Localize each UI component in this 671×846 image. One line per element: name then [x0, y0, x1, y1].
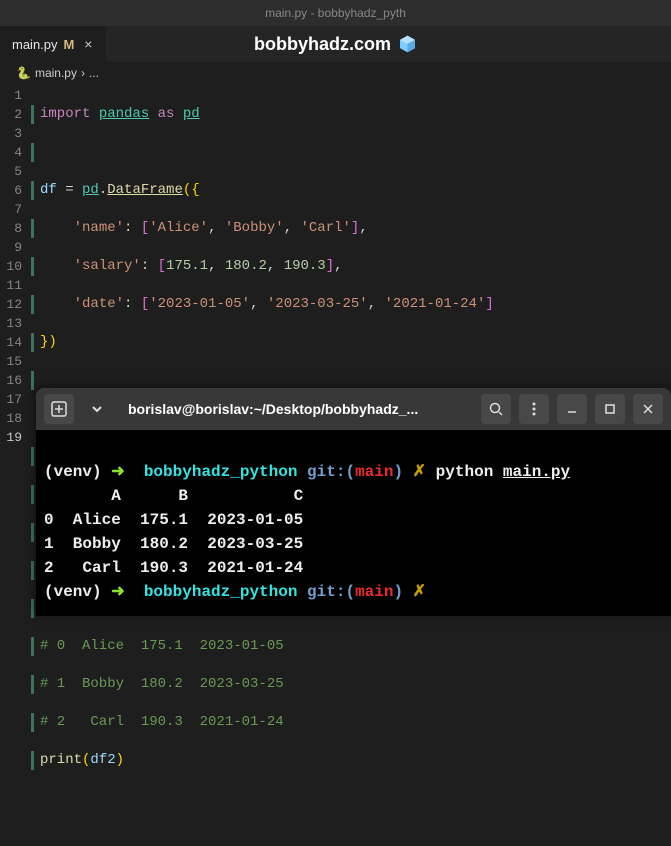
chevron-down-icon: [91, 403, 103, 415]
close-icon[interactable]: ×: [80, 36, 96, 52]
watermark-text: bobbyhadz.com: [254, 34, 391, 55]
maximize-icon: [603, 402, 617, 416]
kebab-icon: [526, 401, 542, 417]
terminal-header: borislav@borislav:~/Desktop/bobbyhadz_..…: [36, 388, 671, 430]
close-button[interactable]: [633, 394, 663, 424]
close-icon: [641, 402, 655, 416]
cube-icon: [397, 34, 417, 54]
tab-bar: main.py M × bobbyhadz.com: [0, 26, 671, 62]
terminal-body[interactable]: (venv) ➜ bobbyhadz_python git:(main) ✗ p…: [36, 430, 671, 616]
python-icon: 🐍: [16, 66, 31, 80]
tab-label: main.py: [12, 37, 58, 52]
terminal-title: borislav@borislav:~/Desktop/bobbyhadz_..…: [120, 401, 473, 417]
window-titlebar: main.py - bobbyhadz_pyth: [0, 0, 671, 26]
terminal-window: borislav@borislav:~/Desktop/bobbyhadz_..…: [36, 388, 671, 616]
search-button[interactable]: [481, 394, 511, 424]
breadcrumb[interactable]: 🐍 main.py › ...: [0, 62, 671, 84]
menu-button[interactable]: [519, 394, 549, 424]
breadcrumb-file: main.py: [35, 66, 77, 80]
search-icon: [488, 401, 504, 417]
new-tab-button[interactable]: [44, 394, 74, 424]
modified-indicator: M: [64, 37, 75, 52]
breadcrumb-sep: ›: [81, 66, 85, 80]
maximize-button[interactable]: [595, 394, 625, 424]
watermark: bobbyhadz.com: [254, 34, 417, 55]
line-gutter: 123456789 10111213141516171819: [0, 84, 30, 444]
breadcrumb-more: ...: [89, 66, 99, 80]
tab-main-py[interactable]: main.py M ×: [0, 26, 107, 62]
dropdown-button[interactable]: [82, 394, 112, 424]
plus-box-icon: [51, 401, 67, 417]
minimize-button[interactable]: [557, 394, 587, 424]
minimize-icon: [565, 402, 579, 416]
